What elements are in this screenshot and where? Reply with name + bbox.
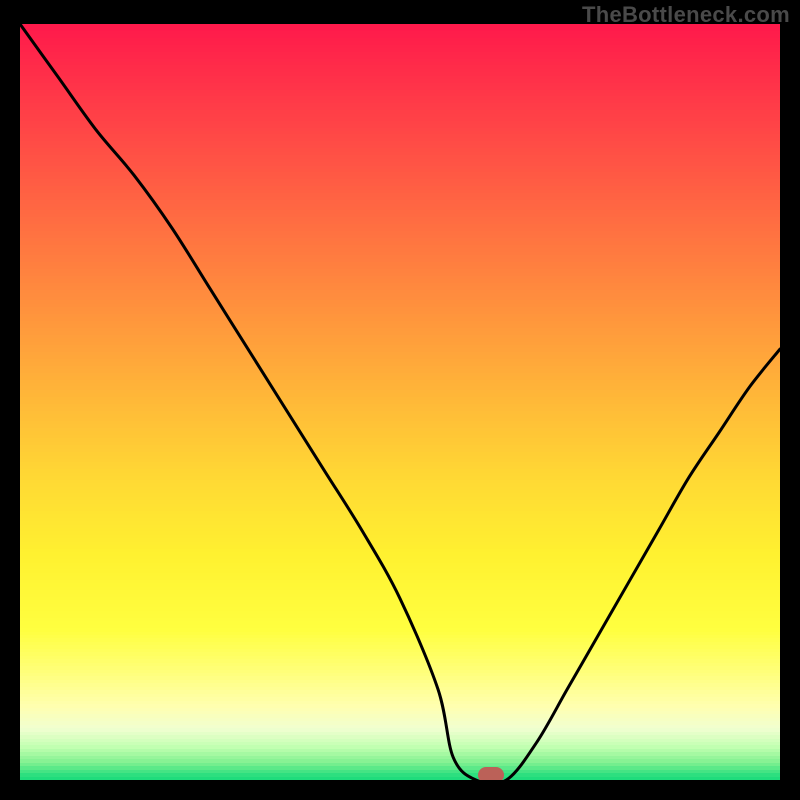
watermark-text: TheBottleneck.com bbox=[582, 2, 790, 28]
optimal-marker bbox=[478, 767, 504, 780]
chart-frame: TheBottleneck.com bbox=[0, 0, 800, 800]
plot-area bbox=[20, 24, 780, 780]
bottleneck-curve bbox=[20, 24, 780, 780]
